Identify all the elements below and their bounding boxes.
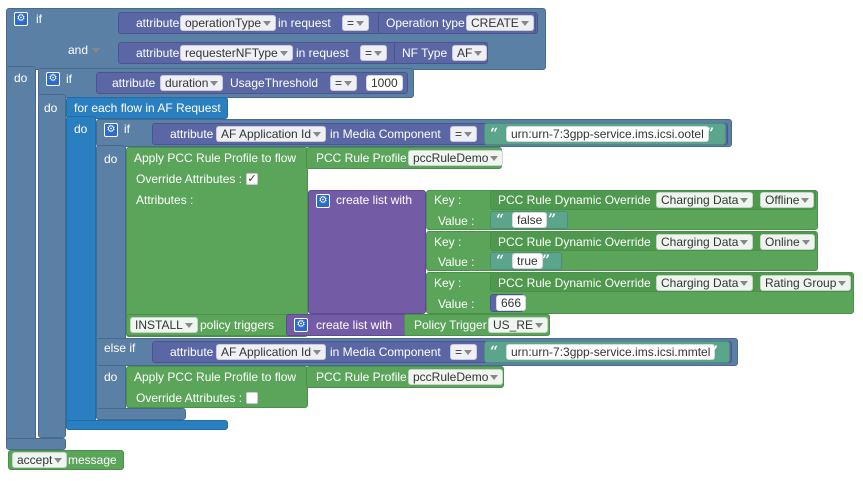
dyn-override-label: PCC Rule Dynamic Override — [498, 235, 651, 249]
key-label: Key : — [434, 276, 462, 290]
for-each-label: for each flow in AF Request — [74, 101, 221, 115]
create-list-gear-icon[interactable]: ⚙ — [316, 194, 330, 208]
create-list-label: create list with — [316, 318, 393, 332]
operation-type-dropdown[interactable]: operationType — [180, 15, 277, 31]
eq-operator-dropdown[interactable]: = — [330, 75, 358, 91]
duration-if-label: if — [66, 72, 72, 86]
pcc-rule-demo-dropdown[interactable]: pccRuleDemo — [408, 150, 504, 166]
apply-pcc-label: Apply PCC Rule Profile to flow — [134, 370, 297, 384]
eq-operator-dropdown[interactable]: = — [450, 344, 478, 360]
outer-and-label[interactable]: and — [64, 42, 104, 59]
requester-nf-type-dropdown[interactable]: requesterNFType — [180, 45, 293, 61]
operation-type-value-label: Operation type — [386, 16, 465, 30]
message-label: message — [68, 453, 117, 467]
inner-if-label: if — [124, 122, 130, 136]
in-media-component-label: in Media Component — [330, 127, 441, 141]
in-request-label: in request — [278, 16, 331, 30]
nf-type-label: NF Type — [402, 46, 448, 60]
urn-mmtel-input[interactable]: urn:urn-7:3gpp-service.ims.icsi.mmtel — [506, 344, 716, 360]
nf-type-value-dropdown[interactable]: AF — [452, 45, 488, 61]
outer-if-label: if — [36, 12, 42, 26]
offline-dropdown[interactable]: Offline — [760, 192, 815, 208]
outer-if-gear-icon[interactable]: ⚙ — [14, 12, 28, 26]
apply-pcc-label: Apply PCC Rule Profile to flow — [134, 151, 297, 165]
quote-open-icon: “ — [490, 344, 499, 360]
eq-operator-dropdown[interactable]: = — [360, 45, 388, 61]
inner-if-bottom — [96, 408, 186, 420]
quote-open-icon: “ — [496, 212, 505, 228]
pcc-rule-profile-label: PCC Rule Profile — [316, 151, 407, 165]
policy-trigger-label: Policy Trigger — [414, 318, 487, 332]
outer-if-bottom — [6, 438, 66, 450]
duration-value-input[interactable]: 1000 — [366, 75, 403, 91]
value-label: Value : — [438, 255, 475, 269]
outer-if-body — [6, 66, 36, 446]
elseif-do-label: do — [104, 370, 118, 384]
policy-triggers-label: policy triggers — [200, 318, 275, 332]
inner-do-label: do — [104, 152, 118, 166]
dyn-override-label: PCC Rule Dynamic Override — [498, 276, 651, 290]
in-request-label: in request — [296, 46, 349, 60]
attribute-label: attribute — [136, 46, 180, 60]
usage-threshold-label: UsageThreshold — [230, 76, 319, 90]
af-app-id-dropdown[interactable]: AF Application Id — [216, 126, 327, 142]
attribute-label: attribute — [170, 345, 214, 359]
policy-create-list-gear-icon[interactable]: ⚙ — [294, 318, 308, 332]
rating-group-dropdown[interactable]: Rating Group — [760, 275, 852, 291]
online-dropdown[interactable]: Online — [760, 234, 815, 250]
for-each-do-label: do — [74, 122, 88, 136]
af-app-id-dropdown[interactable]: AF Application Id — [216, 344, 327, 360]
value-label: Value : — [438, 297, 475, 311]
inner-if-gear-icon[interactable]: ⚙ — [104, 123, 118, 137]
quote-open-icon: “ — [490, 126, 499, 142]
quote-close-icon: ” — [542, 253, 551, 269]
quote-close-icon: ” — [548, 212, 557, 228]
install-dropdown[interactable]: INSTALL — [130, 317, 198, 333]
key-label: Key : — [434, 193, 462, 207]
attribute-label: attribute — [112, 76, 156, 90]
true-input[interactable]: true — [512, 253, 543, 269]
charging-data-dropdown[interactable]: Charging Data — [656, 234, 754, 250]
quote-open-icon: “ — [496, 253, 505, 269]
operation-type-value-dropdown[interactable]: CREATE — [466, 15, 534, 31]
number-666-input[interactable]: 666 — [496, 295, 527, 311]
charging-data-dropdown[interactable]: Charging Data — [656, 275, 754, 291]
else-if-label: else if — [104, 341, 136, 355]
for-each-body — [66, 116, 96, 430]
quote-close-icon: ” — [710, 344, 719, 360]
quote-close-icon: ” — [706, 126, 715, 142]
accept-dropdown[interactable]: accept — [12, 452, 68, 468]
for-each-bottom — [66, 420, 228, 430]
us-re-dropdown[interactable]: US_RE — [488, 317, 549, 333]
false-input[interactable]: false — [512, 212, 548, 228]
duration-if-gear-icon[interactable]: ⚙ — [46, 72, 60, 86]
create-list-label: create list with — [336, 193, 413, 207]
outer-do-label: do — [14, 71, 28, 85]
attributes-label: Attributes : — [136, 193, 194, 207]
dyn-override-label: PCC Rule Dynamic Override — [498, 193, 651, 207]
urn-ootel-input[interactable]: urn:urn-7:3gpp-service.ims.icsi.ootel — [506, 126, 709, 142]
charging-data-dropdown[interactable]: Charging Data — [656, 192, 754, 208]
pcc-rule-demo-dropdown[interactable]: pccRuleDemo — [408, 369, 504, 385]
override-attributes-checkbox[interactable]: ✓ — [246, 173, 258, 185]
attribute-label: attribute — [136, 16, 180, 30]
in-media-component-label: in Media Component — [330, 345, 441, 359]
eq-operator-dropdown[interactable]: = — [450, 126, 478, 142]
value-label: Value : — [438, 214, 475, 228]
duration-do-label: do — [44, 101, 58, 115]
override-attributes-label: Override Attributes : — [136, 391, 243, 405]
override-attributes-checkbox[interactable] — [246, 392, 258, 404]
override-attributes-label: Override Attributes : — [136, 172, 243, 186]
attribute-label: attribute — [170, 127, 214, 141]
duration-if-body — [38, 94, 66, 438]
duration-dropdown[interactable]: duration — [160, 75, 224, 91]
eq-operator-dropdown[interactable]: = — [342, 15, 370, 31]
pcc-rule-profile-label: PCC Rule Profile — [316, 370, 407, 384]
create-list-block[interactable] — [308, 190, 426, 314]
key-label: Key : — [434, 235, 462, 249]
